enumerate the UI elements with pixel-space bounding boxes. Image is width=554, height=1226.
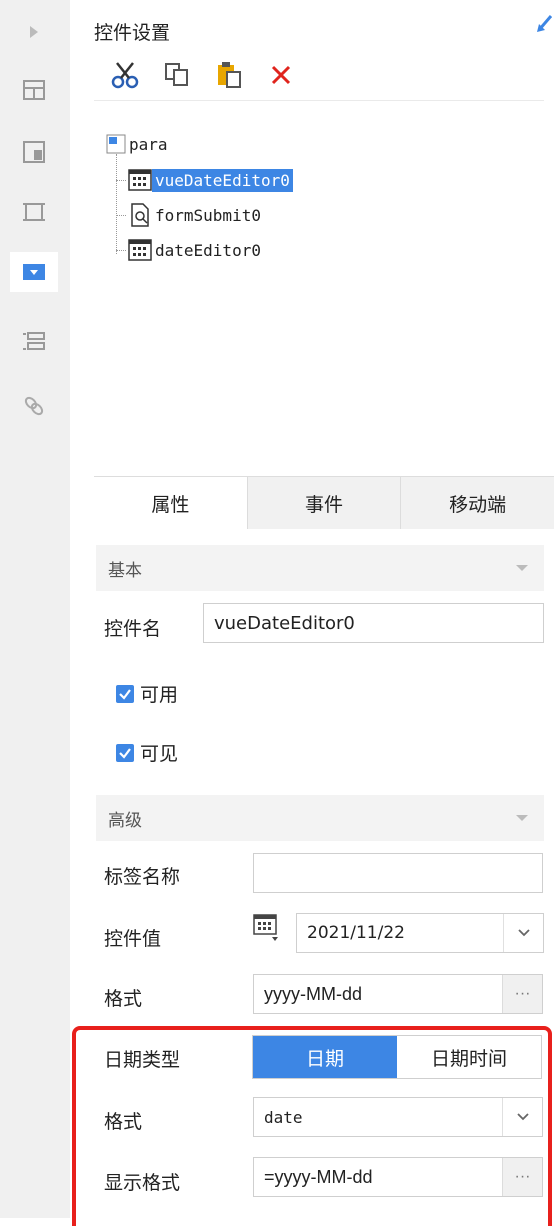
checkmark-icon [116,743,134,762]
checkmark-icon [116,684,134,703]
expand-arrow-icon[interactable] [18,16,50,48]
layout-grid-icon[interactable] [18,74,50,106]
frame-icon[interactable] [18,196,50,228]
tag-name-input[interactable] [253,853,543,893]
cut-icon[interactable] [110,60,140,90]
date-type-label: 日期类型 [104,1049,181,1071]
tree-node-root[interactable]: para [106,130,171,158]
basic-section-header[interactable]: 基本 [96,545,544,591]
date-type-toggle: 日期 日期时间 [252,1035,542,1079]
paste-icon[interactable] [214,60,244,90]
more-options-button[interactable]: ··· [502,975,542,1013]
calendar-icon [128,169,152,191]
tag-name-label: 标签名称 [104,866,181,888]
link-icon[interactable] [18,390,50,422]
widget-name-input[interactable]: vueDateEditor0 [203,603,544,643]
formula-calendar-icon[interactable] [252,912,280,946]
form-list-icon[interactable] [18,326,50,358]
widget-value-label: 控件值 [104,928,162,950]
chevron-down-icon [516,815,528,821]
document-search-icon [131,203,149,227]
tree-node-dateeditor[interactable]: dateEditor0 [128,236,264,264]
tab-properties[interactable]: 属性 [94,477,247,529]
toolbar [110,60,296,90]
date-type-datetime-option[interactable]: 日期时间 [397,1036,541,1078]
collapse-arrow-icon[interactable] [536,14,553,38]
tree-node-vuedateeditor[interactable]: vueDateEditor0 [128,166,293,194]
format2-label: 格式 [104,1111,143,1133]
visible-checkbox[interactable]: 可见 [116,739,178,766]
format-input[interactable]: yyyy-MM-dd ··· [253,974,543,1014]
more-options-button[interactable]: ··· [502,1158,542,1196]
calendar-icon [128,239,152,261]
form-root-icon [106,134,126,154]
chevron-down-icon[interactable] [503,914,543,952]
tree-node-formsubmit[interactable]: formSubmit0 [128,201,264,229]
format-select[interactable]: date [253,1097,543,1137]
advanced-section-header[interactable]: 高级 [96,795,544,841]
widget-name-label: 控件名 [104,618,162,640]
widget-value-select[interactable]: 2021/11/22 [296,913,544,953]
tab-events[interactable]: 事件 [246,477,401,529]
chevron-down-icon [516,565,528,571]
date-type-date-option[interactable]: 日期 [253,1036,397,1078]
format-label: 格式 [104,988,143,1010]
chevron-down-icon[interactable] [502,1098,542,1136]
tab-mobile[interactable]: 移动端 [400,477,554,529]
widget-settings-tab-icon[interactable] [10,252,58,292]
component-library-icon[interactable] [18,136,50,168]
copy-icon[interactable] [162,60,192,90]
panel-title: 控件设置 [94,22,171,44]
widget-settings-panel: 控件设置 para vueDateEditor0 formSubmit0 dat… [70,0,554,1218]
display-format-input[interactable]: =yyyy-MM-dd ··· [253,1157,543,1197]
left-sidebar [0,0,71,1218]
delete-icon[interactable] [266,60,296,90]
toolbar-divider [94,100,544,101]
property-tabs: 属性 事件 移动端 [94,476,554,529]
display-format-label: 显示格式 [104,1172,181,1194]
enabled-checkbox[interactable]: 可用 [116,680,178,707]
